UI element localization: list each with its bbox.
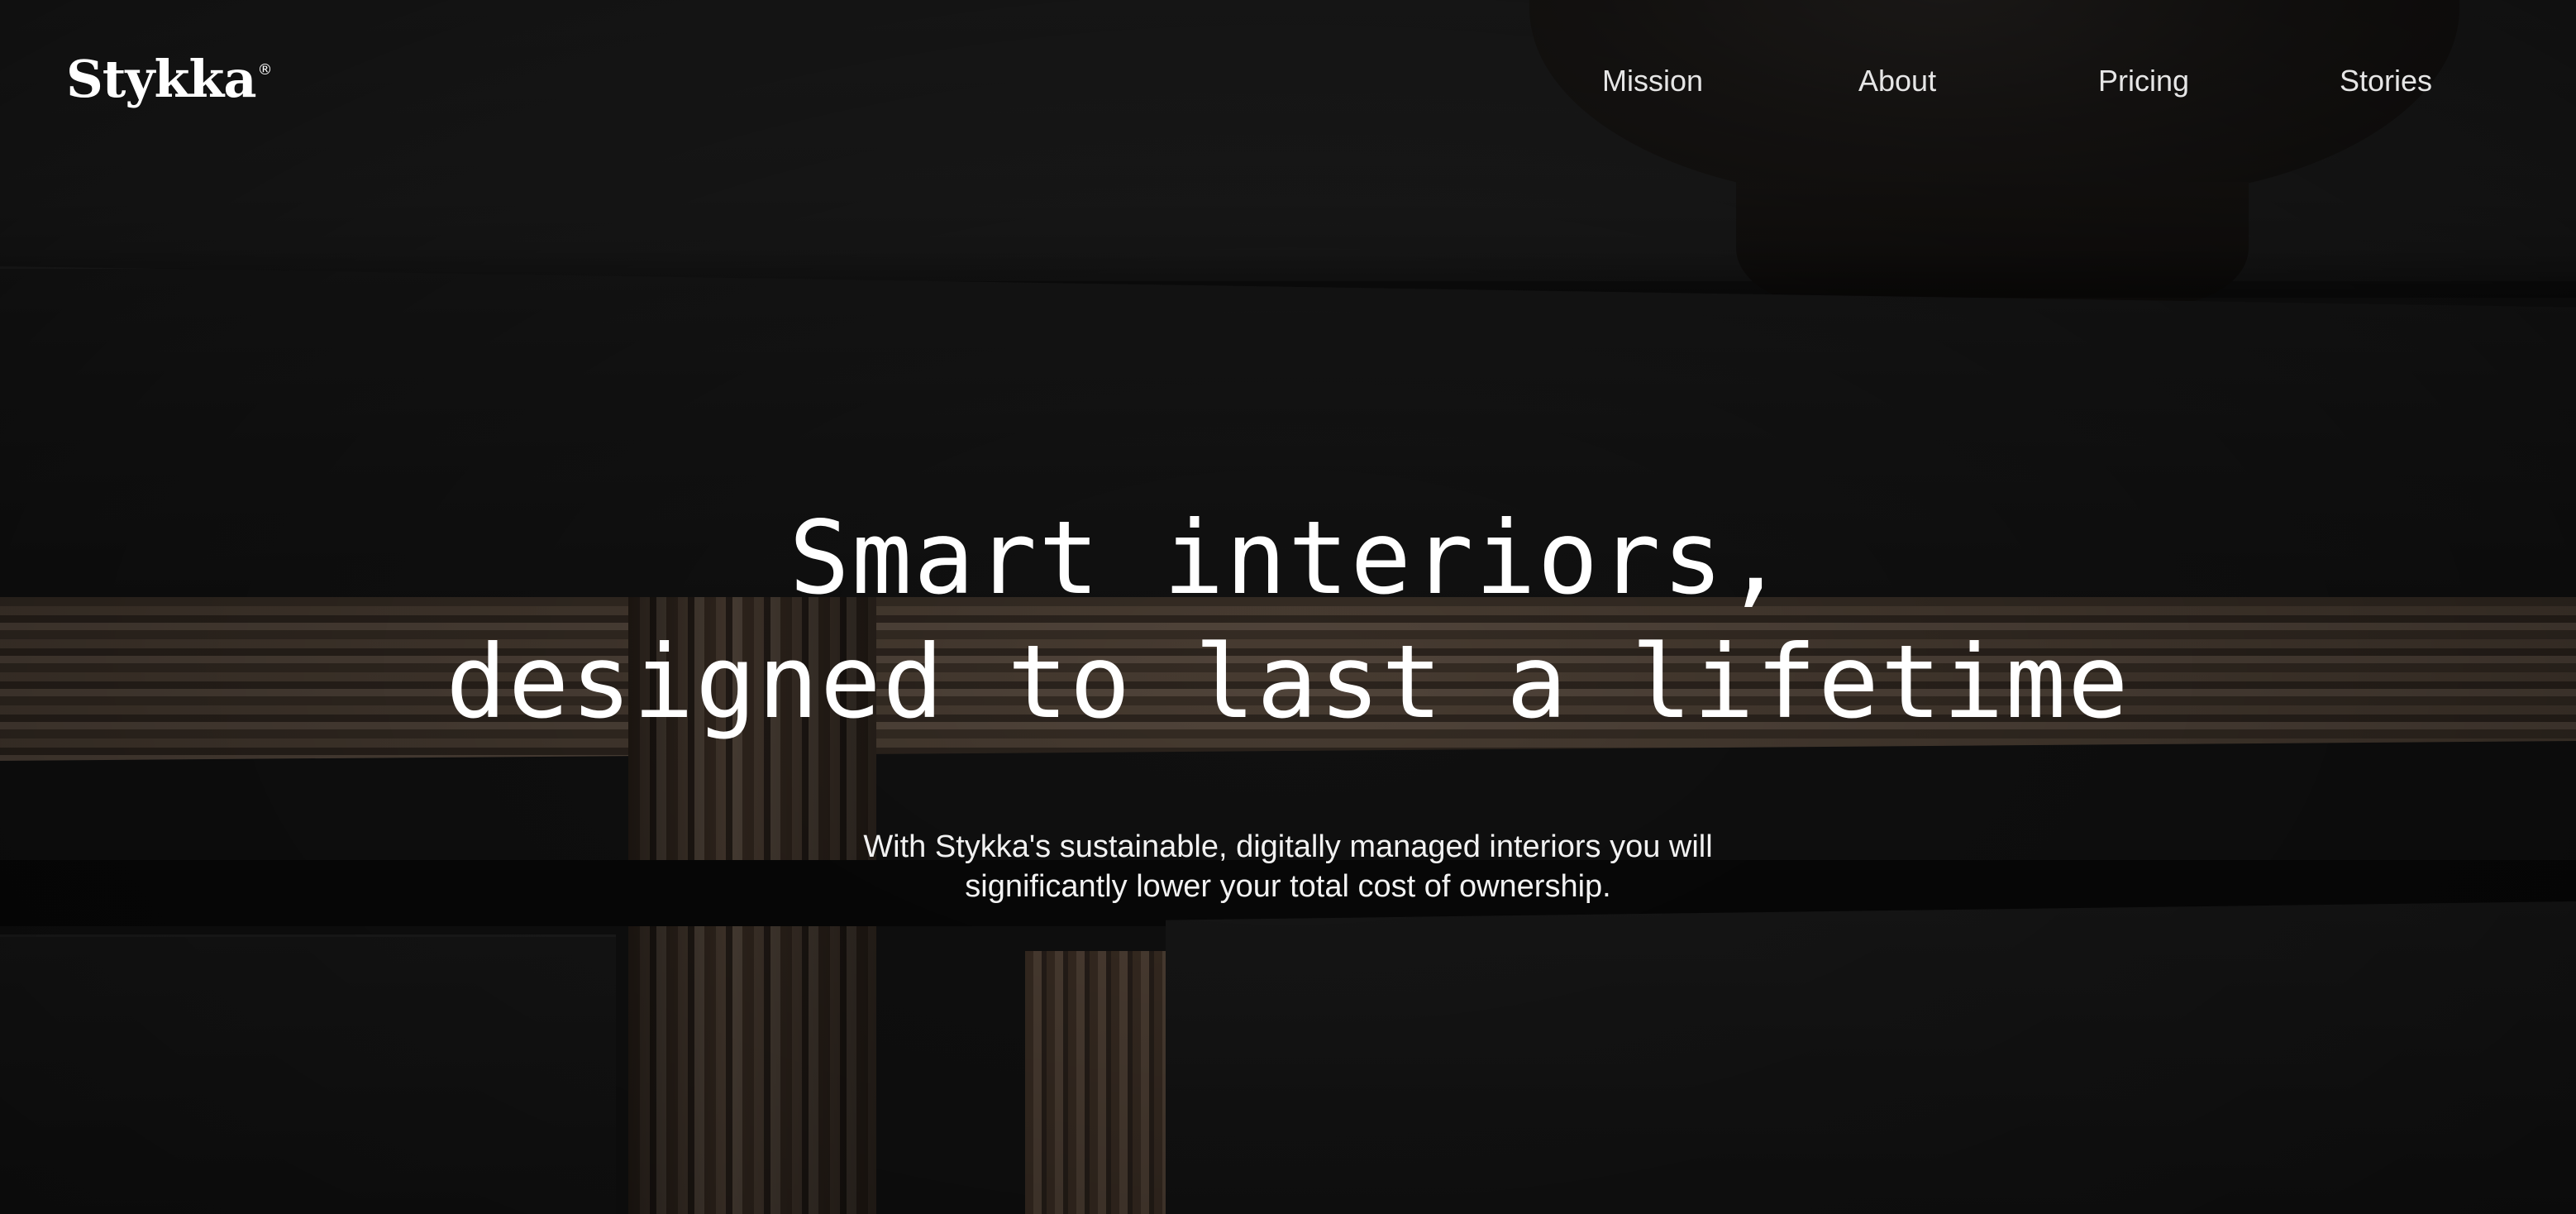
site-header: Stykka ® Mission About Pricing Stories (0, 0, 2576, 165)
hero-section: Stykka ® Mission About Pricing Stories S… (0, 0, 2576, 1214)
nav-link-about[interactable]: About (1858, 56, 1936, 106)
hero-headline: Smart interiors, designed to last a life… (0, 496, 2576, 744)
hero-headline-line-2: designed to last a lifetime (446, 624, 2130, 741)
main-nav: Mission About Pricing Stories (0, 56, 2576, 106)
nav-link-pricing[interactable]: Pricing (2098, 56, 2189, 106)
hero-subtext: With Stykka's sustainable, digitally man… (863, 829, 1713, 904)
nav-link-stories[interactable]: Stories (2340, 56, 2432, 106)
nav-link-mission[interactable]: Mission (1602, 56, 1703, 106)
hero-headline-line-1: Smart interiors, (789, 499, 1787, 617)
